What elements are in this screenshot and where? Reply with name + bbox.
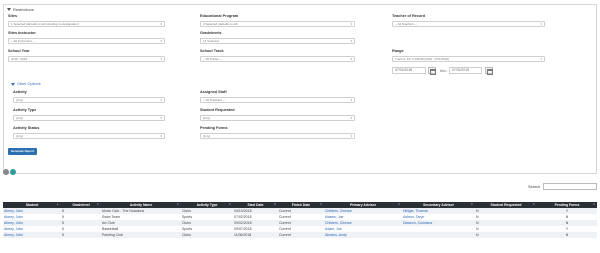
range-end-date-input[interactable]: 07/31/2019 <box>449 67 482 74</box>
export-icon[interactable] <box>10 169 16 175</box>
col-activity-name[interactable]: Activity Name ⇕ <box>101 202 181 208</box>
start-date-cell: 11/06/2018 <box>233 232 278 238</box>
chevron-down-icon: ▾ <box>160 98 162 102</box>
school-year-label: School Year <box>8 49 30 53</box>
student-requested-select[interactable]: (Any) ▾ <box>200 115 355 121</box>
print-icon[interactable] <box>3 169 9 175</box>
range-start-date-input[interactable]: 07/01/2018 <box>392 67 426 74</box>
secondary-advisor-link[interactable] <box>402 232 475 238</box>
col-student-requested[interactable]: Student Requested ⇕ <box>475 202 537 208</box>
chevron-down-icon: ▾ <box>350 116 352 120</box>
collapse-triangle-icon <box>7 8 11 11</box>
assigned-staff-select[interactable]: -- All Teachers -- ▾ <box>200 97 355 103</box>
results-table: Student ▲ Gradelevel ⇕ Activity Name ⇕ Acti… <box>3 202 597 238</box>
gradelevel-cell: 5 <box>61 232 101 238</box>
chevron-down-icon: ▾ <box>350 98 352 102</box>
activity-status-label: Activity Status <box>13 126 40 130</box>
table-row: Abney, John 5 Painting Club Clubs 11/06/… <box>3 232 597 238</box>
activity-type-select[interactable]: (Any) ▾ <box>13 115 165 121</box>
gradelevels-select[interactable]: 14 Selected ▾ <box>200 38 355 44</box>
student-link[interactable]: Abney, John <box>3 232 61 238</box>
assigned-staff-label: Assigned Staff <box>200 90 227 94</box>
other-options-title: Other Options <box>17 82 41 86</box>
table-header-row: Student ▲ Gradelevel ⇕ Activity Name ⇕ Acti… <box>3 202 597 208</box>
activity-status-select[interactable]: (Any) ▾ <box>13 133 165 139</box>
gradelevels-label: Gradelevels <box>200 31 222 35</box>
teacher-of-record-label: Teacher of Record <box>392 14 426 18</box>
range-thru-label: thru <box>440 69 447 73</box>
calendar-icon[interactable] <box>485 67 493 75</box>
sites-instructor-select[interactable]: -- All Instructors -- ▾ <box>8 38 165 44</box>
activity-label: Activity <box>13 90 27 94</box>
restrictions-header[interactable]: Restrictions <box>7 7 34 12</box>
chevron-down-icon: ▾ <box>160 134 162 138</box>
educational-program-label: Educational Program <box>200 14 239 18</box>
activity-select[interactable]: (Any) ▾ <box>13 97 165 103</box>
sites-label: Sites <box>8 14 18 18</box>
sites-select[interactable]: 1 Selected (defaults to all including no… <box>8 21 165 27</box>
sites-instructor-label: Sites Instructor <box>8 31 36 35</box>
col-activity-type[interactable]: Activity Type ⇕ <box>181 202 233 208</box>
calendar-icon[interactable] <box>428 67 436 75</box>
collapse-triangle-icon <box>11 82 15 86</box>
col-start-date[interactable]: Start Date ⇕ <box>233 202 278 208</box>
pending-forms-cell: N <box>537 232 597 238</box>
pending-forms-select[interactable]: (Any) ▾ <box>200 133 355 139</box>
col-primary-advisor[interactable]: Primary Advisor ⇕ <box>324 202 402 208</box>
chevron-down-icon: ▾ <box>350 22 352 26</box>
student-requested-label: Student Requested <box>200 108 235 112</box>
restrictions-title: Restrictions <box>13 7 34 12</box>
educational-program-select[interactable]: 0 Selected (defaults to all) ▾ <box>200 21 355 27</box>
other-options-header[interactable]: Other Options <box>11 82 41 86</box>
chevron-down-icon: ▾ <box>160 116 162 120</box>
generate-report-button[interactable]: Generate Report <box>8 148 37 155</box>
col-student[interactable]: Student ▲ <box>3 202 61 208</box>
export-icons <box>3 169 16 175</box>
primary-advisor-link[interactable]: Abrams, Andy <box>324 232 402 238</box>
search-input[interactable] <box>543 183 597 190</box>
col-finish-date[interactable]: Finish Date ⇕ <box>278 202 324 208</box>
chevron-down-icon: ▾ <box>350 57 352 61</box>
restrictions-panel <box>3 4 597 174</box>
chevron-down-icon: ▾ <box>160 22 162 26</box>
col-pending-forms[interactable]: Pending Forms ⇕ <box>537 202 597 208</box>
teacher-of-record-select[interactable]: -- All Teachers -- ▾ <box>392 21 545 27</box>
chevron-down-icon: ▾ <box>350 39 352 43</box>
activity-type-label: Activity Type <box>13 108 37 112</box>
search-label: Search <box>528 185 541 189</box>
student-requested-cell: N <box>475 232 537 238</box>
school-year-select[interactable]: 2018 - 2019 ▾ <box>8 56 165 62</box>
activity-name-cell: Painting Club <box>101 232 181 238</box>
col-gradelevel[interactable]: Gradelevel ⇕ <box>61 202 101 208</box>
chevron-down-icon: ▾ <box>160 57 162 61</box>
school-track-select[interactable]: -- All Tracks -- ▾ <box>200 56 355 62</box>
chevron-down-icon: ▾ <box>540 57 542 61</box>
activity-type-cell: Clubs <box>181 232 233 238</box>
chevron-down-icon: ▾ <box>540 22 542 26</box>
pending-forms-label: Pending Forms <box>200 126 228 130</box>
range-label: Range <box>392 49 404 53</box>
chevron-down-icon: ▾ <box>350 134 352 138</box>
school-track-label: School Track <box>200 49 224 53</box>
chevron-down-icon: ▾ <box>160 39 162 43</box>
finish-date-cell: Current <box>278 232 324 238</box>
range-select[interactable]: Track A: 1/F 7/1/2018 (2019 - 07/1/2019)… <box>392 56 545 62</box>
col-secondary-advisor[interactable]: Secondary Advisor ⇕ <box>402 202 475 208</box>
